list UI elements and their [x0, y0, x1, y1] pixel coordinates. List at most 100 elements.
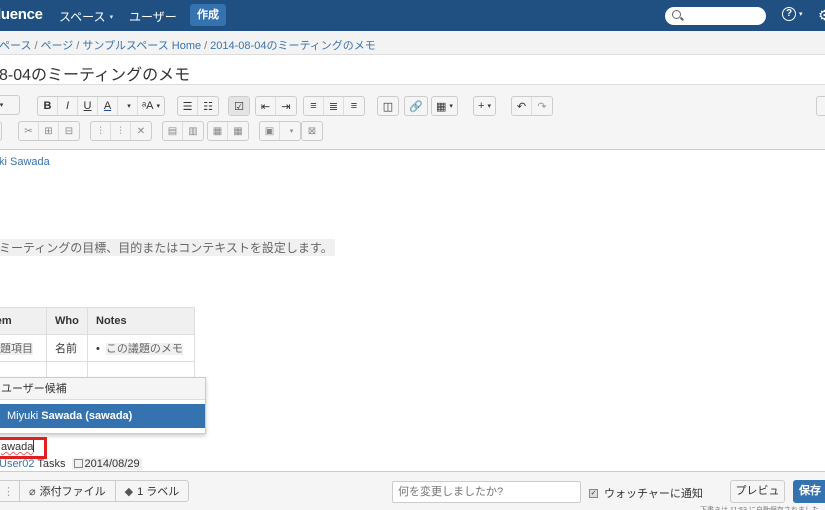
attachments-label: 添付ファイル: [39, 486, 106, 498]
footer-extra-button[interactable]: ⋮: [0, 481, 20, 501]
calendar-icon: [73, 459, 83, 468]
table-cell[interactable]: 名前: [46, 334, 88, 362]
autosave-note: 下書きは 11:53 に自動保存されました: [700, 505, 819, 510]
toolbar-button-col-ops-2[interactable]: ✕: [131, 122, 151, 140]
toolbar-group-merge-ops: ▦ ▦: [207, 121, 249, 141]
breadcrumb-item[interactable]: ペース: [0, 40, 31, 52]
toolbar-button-align-1[interactable]: ≣: [324, 97, 344, 115]
author-mention[interactable]: ki Sawada: [0, 156, 50, 168]
toolbar-button-cell-style-0[interactable]: ▣: [260, 122, 280, 140]
chevron-down-icon: ▾: [289, 128, 294, 135]
editor-content[interactable]: ki Sawada ミーティングの目標、目的またはコンテキストを設定します。 I…: [0, 151, 825, 471]
toolbar-icon: ≡: [310, 100, 317, 112]
toolbar-button-delete-row-partial-0[interactable]: ×: [0, 122, 1, 140]
chevron-down-icon[interactable]: ▾: [799, 10, 803, 18]
breadcrumb-item[interactable]: 2014-08-04のミーティングのメモ: [210, 40, 376, 52]
toolbar-icon: 🔗: [409, 100, 423, 113]
toolbar-button-cell-style-1[interactable]: ▾: [280, 122, 300, 140]
toolbar-button-col-ops-0[interactable]: ⫶: [91, 122, 111, 140]
toolbar-button-indent-0[interactable]: ⇤: [256, 97, 276, 115]
task-text: Tasks: [34, 458, 66, 470]
toolbar-button-insert-0[interactable]: + ▾: [474, 97, 495, 115]
toolbar-icon: ✕: [136, 125, 146, 137]
toolbar-button-layout-0[interactable]: ◫: [378, 97, 398, 115]
chevron-down-icon: ▾: [0, 102, 4, 109]
confluence-logo[interactable]: luence: [0, 6, 43, 23]
nav-people[interactable]: ユーザー: [129, 8, 177, 25]
toolbar-icon: ⇥: [281, 100, 291, 113]
user-first-name: Miyuki: [7, 410, 42, 422]
toolbar-button-text-format-4[interactable]: ▾: [118, 97, 138, 115]
notify-watchers-checkbox[interactable]: ✓: [589, 488, 598, 498]
save-button[interactable]: 保存: [793, 480, 825, 503]
toolbar-icon: ⊟: [64, 125, 74, 137]
toolbar-button-merge-ops-1[interactable]: ▦: [228, 122, 248, 140]
toolbar-icon: ▥: [188, 125, 198, 137]
toolbar-button-link-0[interactable]: 🔗: [405, 97, 427, 115]
toolbar-button-lists-0[interactable]: ☰: [178, 97, 198, 115]
toolbar-button-text-format-2[interactable]: U: [78, 97, 98, 115]
notify-watchers[interactable]: ✓ ウォッチャーに通知: [589, 485, 703, 501]
breadcrumb-separator: /: [34, 40, 38, 52]
labels-button[interactable]: ◆ 1 ラベル: [116, 481, 189, 501]
toolbar-icon: A: [103, 100, 112, 112]
toolbar-button-task-0[interactable]: ☑: [229, 97, 249, 115]
toolbar-icon: ≡: [350, 100, 358, 112]
page-title-input[interactable]: 8-04のミーティングのメモ: [0, 61, 190, 85]
toolbar-group-lists: ☰ ☷: [177, 96, 219, 116]
toolbar-icon: ☷: [203, 100, 213, 113]
toolbar-icon: ▦: [212, 125, 223, 137]
breadcrumb-item[interactable]: サンプルスペース Home: [82, 40, 201, 52]
toolbar-icon: ☑: [234, 100, 244, 113]
toolbar-group-text-format: B I U A ▾ ᵃA ▾: [37, 96, 165, 116]
toolbar-button-table-0[interactable]: ▦ ▾: [432, 97, 457, 115]
attachments-button[interactable]: ⌀ 添付ファイル: [20, 481, 116, 501]
toolbar-button-delete-table-0[interactable]: ⊠: [302, 122, 322, 140]
nav-spaces[interactable]: スペース ▾: [59, 8, 113, 25]
toolbar-button-merge-ops-0[interactable]: ▦: [208, 122, 228, 140]
toolbar-button-align-2[interactable]: ≡: [344, 97, 364, 115]
breadcrumb-item[interactable]: ページ: [41, 40, 74, 52]
toolbar-icon: ▦: [233, 125, 243, 137]
toolbar-icon: ⊞: [44, 125, 53, 137]
toolbar-button-text-format-1[interactable]: I: [58, 97, 78, 115]
toolbar-icon: ⫶: [119, 125, 122, 137]
toolbar-group-align: ≡ ≣ ≡: [303, 96, 365, 116]
task-date-text: 2014/08/29: [84, 458, 140, 470]
toolbar-button-history-1[interactable]: ↷: [532, 97, 552, 115]
toolbar-button-col-ops-1[interactable]: ⫶: [111, 122, 131, 140]
toolbar-button-cell-ops-0[interactable]: ✂: [19, 122, 39, 140]
mention-input[interactable]: awada: [0, 437, 47, 459]
toolbar-button-header-ops-1[interactable]: ▥: [183, 122, 203, 140]
table-cell[interactable]: • この議題のメモ: [87, 334, 195, 362]
table-cell[interactable]: 議題項目: [0, 334, 47, 362]
toolbar-group-delete-row-partial: ×: [0, 121, 2, 141]
preview-button[interactable]: プレビュー: [730, 480, 785, 510]
task-due-date[interactable]: 2014/08/29: [71, 458, 142, 470]
task-user-mention[interactable]: User02: [0, 458, 34, 470]
task-item[interactable]: User02 Tasks 2014/08/29: [0, 458, 142, 470]
gear-icon[interactable]: ⚙: [818, 7, 825, 24]
toolbar-button-text-format-3[interactable]: A: [98, 97, 118, 115]
toolbar-button-align-0[interactable]: ≡: [304, 97, 324, 115]
create-button[interactable]: 作成: [190, 4, 226, 26]
toolbar-button-history-0[interactable]: ↶: [512, 97, 532, 115]
toolbar-button-paragraph-format-0[interactable]: ▾: [0, 96, 19, 114]
version-comment-input[interactable]: [392, 481, 581, 503]
editor-toolbar: ▾BIUA▾ᵃA▾☰☷☑⇤⇥≡≣≡◫🔗▦▾+▾↶↷ ×✂⊞⊟⫶⫶✕▤▥▦▦▣▾⊠: [0, 85, 825, 150]
toolbar-button-text-format-0[interactable]: B: [38, 97, 58, 115]
search-input[interactable]: [665, 7, 766, 25]
table-header: Who: [46, 307, 88, 335]
toolbar-button-indent-1[interactable]: ⇥: [276, 97, 296, 115]
goal-placeholder[interactable]: ミーティングの目標、目的またはコンテキストを設定します。: [0, 239, 335, 256]
toolbar-button-text-format-5[interactable]: ᵃA ▾: [138, 97, 164, 115]
suggest-item-user[interactable]: Miyuki Sawada (sawada): [0, 404, 205, 428]
table-header: Item: [0, 307, 47, 335]
toolbar-button-header-ops-0[interactable]: ▤: [163, 122, 183, 140]
toolbar-button-cell-ops-1[interactable]: ⊞: [39, 122, 59, 140]
toolbar-button-cell-ops-2[interactable]: ⊟: [59, 122, 79, 140]
toolbar-button-lists-1[interactable]: ☷: [198, 97, 218, 115]
toolbar-button-more[interactable]: [816, 96, 825, 116]
tag-icon: ◆: [124, 485, 134, 498]
help-icon[interactable]: ?: [782, 7, 796, 21]
